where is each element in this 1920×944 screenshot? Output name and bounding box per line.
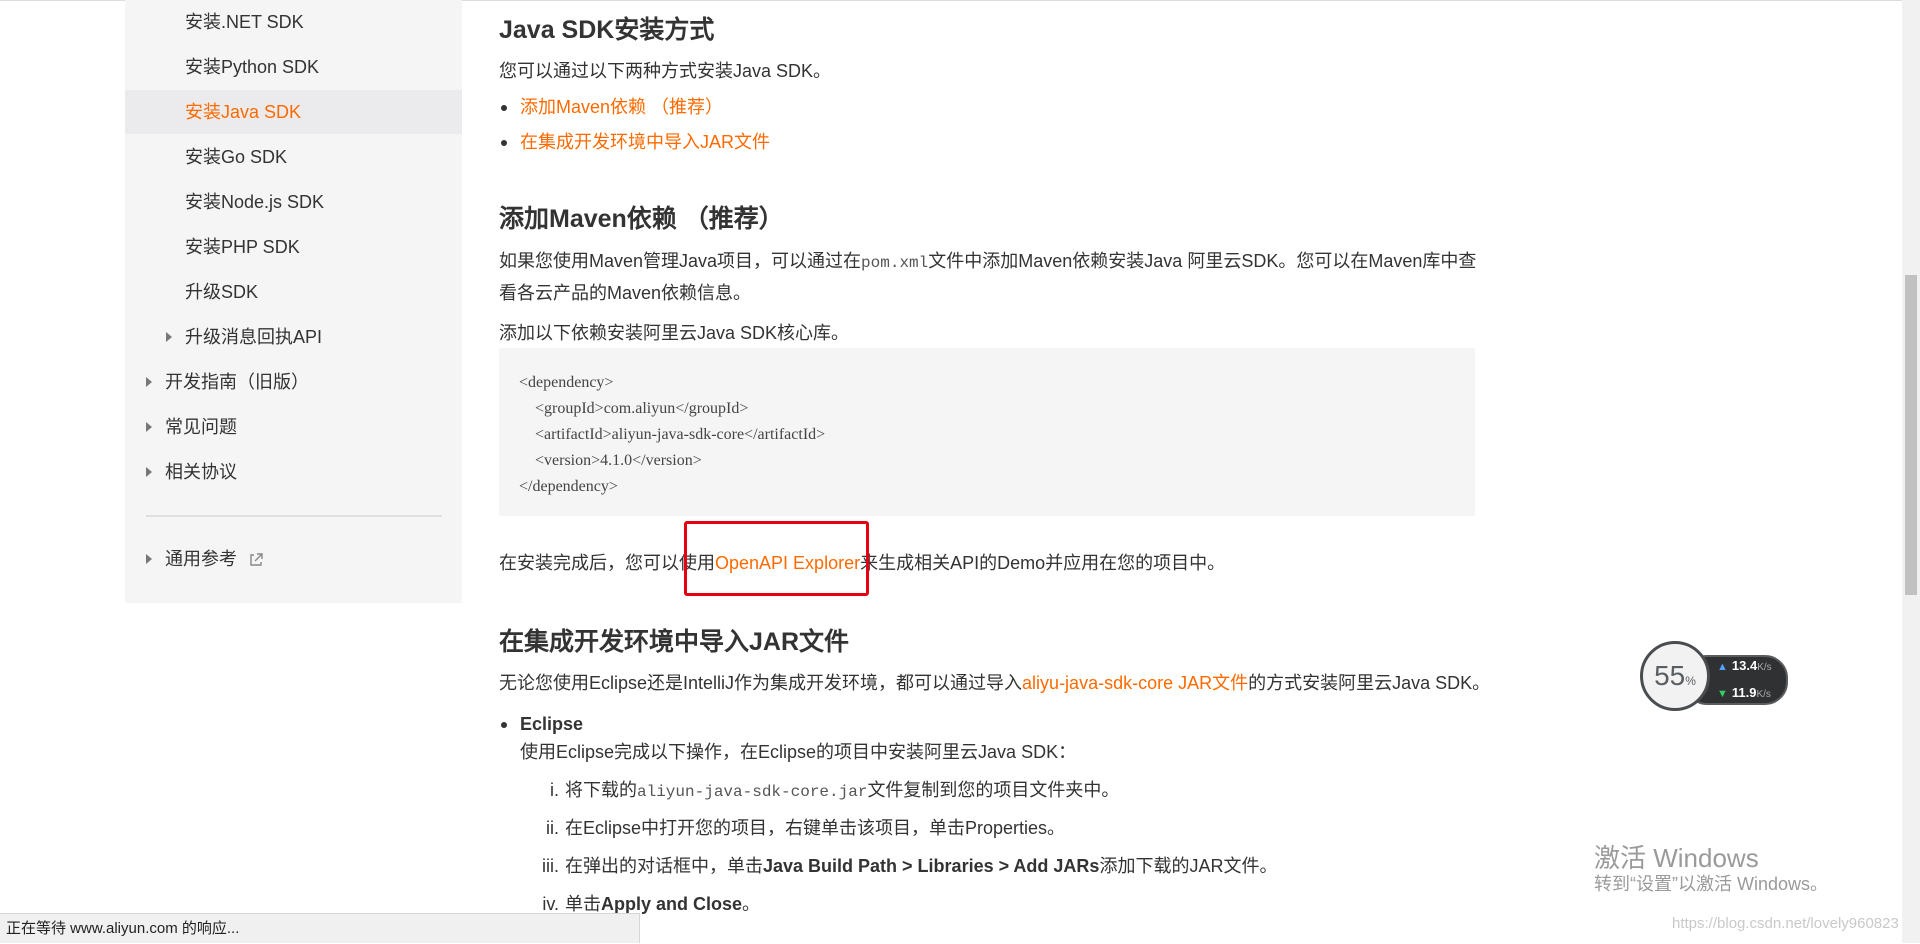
caret-right-icon xyxy=(166,332,172,342)
browser-status-bar: 正在等待 www.aliyun.com 的响应... xyxy=(0,913,640,943)
section-title-jar: 在集成开发环境中导入JAR文件 xyxy=(499,628,850,656)
eclipse-heading: Eclipse xyxy=(500,709,583,739)
step-number: iii. xyxy=(542,856,559,876)
sidebar-item-dev-guide-legacy[interactable]: 开发指南（旧版） xyxy=(125,360,462,404)
step-text: 文件复制到您的项目文件夹中。 xyxy=(867,780,1120,800)
eclipse-step-1: i. 将下载的aliyun-java-sdk-core.jar文件复制到您的项目文… xyxy=(527,775,1119,807)
sidebar-item-nodejs-sdk[interactable]: 安装Node.js SDK xyxy=(125,180,462,224)
eclipse-step-3: iii. 在弹出的对话框中，单击Java Build Path > Librari… xyxy=(527,851,1277,881)
upload-arrow-icon: ▲ xyxy=(1717,661,1728,673)
step-number: i. xyxy=(550,780,559,800)
csdn-watermark: https://blog.csdn.net/lovely960823 xyxy=(1672,915,1899,932)
step-text: 在Eclipse中打开您的项目，右键单击该项目，单击Properties。 xyxy=(565,818,1066,838)
vertical-scrollbar[interactable] xyxy=(1902,0,1920,943)
after-install-part: 来生成相关API的Demo并应用在您的项目中。 xyxy=(860,553,1226,573)
maven-paragraph-part: 如果您使用Maven管理Java项目，可以通过在 xyxy=(499,251,862,271)
download-arrow-icon: ▼ xyxy=(1717,688,1728,700)
section-title-maven: 添加Maven依赖 （推荐） xyxy=(499,205,784,233)
percent-unit: % xyxy=(1685,674,1696,688)
caret-right-icon xyxy=(146,377,152,387)
usage-percent: 55 xyxy=(1654,660,1686,691)
step-bold-text: Java Build Path > Libraries > Add JARs xyxy=(763,856,1100,876)
sidebar-item-php-sdk[interactable]: 安装PHP SDK xyxy=(125,225,462,269)
usage-gauge: 55% xyxy=(1640,641,1710,711)
step-bold-text: Apply and Close xyxy=(601,894,743,914)
speed-unit: K/s xyxy=(1757,662,1772,673)
step-text: 将下载的 xyxy=(565,780,637,800)
after-install-part: 在安装完成后，您可以使用 xyxy=(499,553,715,573)
sidebar-item-upgrade-receipt-api[interactable]: 升级消息回执API xyxy=(125,315,462,359)
external-link-icon xyxy=(250,553,263,566)
sidebar-item-faq[interactable]: 常见问题 xyxy=(125,405,462,449)
sidebar-item-python-sdk[interactable]: 安装Python SDK xyxy=(125,45,462,89)
sidebar-item-dotnet-sdk[interactable]: 安装.NET SDK xyxy=(125,0,462,44)
step-text: 单击 xyxy=(565,894,601,914)
sidebar-item-agreements[interactable]: 相关协议 xyxy=(125,450,462,494)
activation-watermark-subtitle: 转到“设置”以激活 Windows。 xyxy=(1594,874,1829,894)
inline-code: aliyun-java-sdk-core.jar xyxy=(637,783,868,801)
scrollbar-thumb[interactable] xyxy=(1905,275,1917,595)
upload-speed: ▲ 13.4K/s xyxy=(1717,658,1772,673)
toc-item-jar[interactable]: 在集成开发环境中导入JAR文件 xyxy=(500,127,770,157)
jar-paragraph-part: 无论您使用Eclipse还是IntelliJ作为集成开发环境，都可以通过导入 xyxy=(499,673,1023,693)
sidebar-item-java-sdk[interactable]: 安装Java SDK xyxy=(125,90,462,134)
jar-download-link[interactable]: aliyu-java-sdk-core JAR文件 xyxy=(1022,673,1248,693)
step-number: ii. xyxy=(546,818,559,838)
maven-deps-intro: 添加以下依赖安装阿里云Java SDK核心库。 xyxy=(499,323,850,343)
speed-unit: K/s xyxy=(1756,689,1771,700)
caret-right-icon xyxy=(146,554,152,564)
code-line: <artifactId>aliyun-java-sdk-core</artifa… xyxy=(519,426,826,443)
jar-paragraph-part: 的方式安装阿里云Java SDK。 xyxy=(1248,673,1491,693)
sidebar-nav: 安装.NET SDK 安装Python SDK 安装Java SDK 安装Go … xyxy=(125,0,462,603)
code-line: <groupId>com.aliyun</groupId> xyxy=(519,400,749,417)
toc-link-maven[interactable]: 添加Maven依赖 （推荐） xyxy=(520,97,723,117)
download-value: 11.9 xyxy=(1731,685,1757,700)
download-speed: ▼ 11.9K/s xyxy=(1717,685,1771,700)
sidebar-item-general-reference[interactable]: 通用参考 xyxy=(125,537,462,581)
upload-value: 13.4 xyxy=(1731,658,1758,673)
step-text: 在弹出的对话框中，单击 xyxy=(565,856,763,876)
sidebar-divider xyxy=(146,515,442,517)
step-text: 添加下载的JAR文件。 xyxy=(1099,856,1278,876)
network-speed-widget[interactable]: 55% ▲ 13.4K/s ▼ 11.9K/s xyxy=(1640,641,1790,715)
sidebar-item-upgrade-sdk[interactable]: 升级SDK xyxy=(125,270,462,314)
code-line: </dependency> xyxy=(519,478,618,495)
toc-item-maven[interactable]: 添加Maven依赖 （推荐） xyxy=(500,92,723,122)
code-block: <dependency> <groupId>com.aliyun</groupI… xyxy=(499,348,1475,516)
eclipse-description: 使用Eclipse完成以下操作，在Eclipse的项目中安装阿里云Java SD… xyxy=(520,742,1077,762)
page-title: Java SDK安装方式 xyxy=(499,16,715,44)
code-line: <dependency> xyxy=(519,374,614,391)
caret-right-icon xyxy=(146,467,152,477)
eclipse-step-2: ii. 在Eclipse中打开您的项目，右键单击该项目，单击Properties。 xyxy=(527,813,1065,843)
inline-code: pom.xml xyxy=(861,254,929,272)
code-line: <version>4.1.0</version> xyxy=(519,452,702,469)
intro-text: 您可以通过以下两种方式安装Java SDK。 xyxy=(499,61,832,81)
maven-paragraph: 如果您使用Maven管理Java项目，可以通过在pom.xml文件中添加Mave… xyxy=(499,246,1479,308)
jar-paragraph: 无论您使用Eclipse还是IntelliJ作为集成开发环境，都可以通过导入al… xyxy=(499,668,1490,698)
step-text: 。 xyxy=(742,894,761,914)
toc-link-jar[interactable]: 在集成开发环境中导入JAR文件 xyxy=(520,132,770,152)
caret-right-icon xyxy=(146,422,152,432)
highlight-annotation-box xyxy=(684,521,869,596)
sidebar-item-go-sdk[interactable]: 安装Go SDK xyxy=(125,135,462,179)
